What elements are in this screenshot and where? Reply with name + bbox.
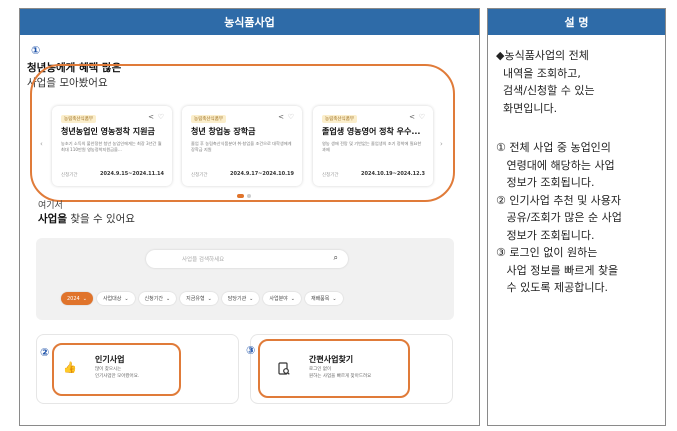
search-section-title-bold: 사업을 xyxy=(38,213,67,225)
marker-2: ② xyxy=(40,346,50,359)
highlight-oval-3 xyxy=(258,339,410,398)
filter-bar: 2024 ⌄ 사업대상 ⌄ 신청기간 ⌄ 지금유형 ⌄ 담당기관 ⌄ 사업분야 ⌄ 재배품목… xyxy=(61,292,343,305)
filter-field[interactable]: 사업분야 ⌄ xyxy=(263,292,301,305)
highlight-oval-1 xyxy=(30,64,455,202)
chevron-down-icon: ⌄ xyxy=(82,295,87,302)
description-items: ① 전체 사업 중 농업인의 연령대에 해당하는 사업 정보가 조회됩니다. ②… xyxy=(496,141,622,294)
filter-agency[interactable]: 담당기관 ⌄ xyxy=(221,292,260,305)
chevron-down-icon: ⌄ xyxy=(249,295,254,302)
filter-label: 사업대상 xyxy=(102,296,122,302)
filter-fund-type[interactable]: 지금유형 ⌄ xyxy=(180,292,218,305)
chevron-down-icon: ⌄ xyxy=(207,295,212,302)
filter-label: 사업분야 xyxy=(269,296,288,302)
filter-label: 2024 xyxy=(67,295,80,302)
chevron-down-icon: ⌄ xyxy=(290,295,295,302)
marker-1: ① xyxy=(31,44,41,57)
filter-label: 담당기관 xyxy=(227,296,247,302)
highlight-oval-2 xyxy=(52,343,181,396)
filter-label: 재배품목 xyxy=(310,296,330,302)
filter-label: 지금유형 xyxy=(186,296,205,302)
filter-label: 신청기간 xyxy=(144,296,163,302)
marker-3: ③ xyxy=(246,344,256,357)
app-title: 농식품사업 xyxy=(20,9,479,35)
description-intro: ◆농식품사업의 전체 내역을 조회하고, 검색/신청할 수 있는 화면입니다. xyxy=(496,49,595,115)
description-panel: 설 명 ◆농식품사업의 전체 내역을 조회하고, 검색/신청할 수 있는 화면입… xyxy=(487,8,666,426)
search-input[interactable]: 사업을 검색하세요 ⌕ xyxy=(146,250,348,268)
filter-period[interactable]: 신청기간 ⌄ xyxy=(138,292,177,305)
search-placeholder: 사업을 검색하세요 xyxy=(182,257,225,263)
search-section-title-rest: 찾을 수 있어요 xyxy=(66,213,135,225)
search-section-kicker: 여기서 xyxy=(38,201,63,211)
chevron-down-icon: ⌄ xyxy=(124,295,129,302)
filter-target[interactable]: 사업대상 ⌄ xyxy=(96,292,135,305)
filter-crop[interactable]: 재배품목 ⌄ xyxy=(304,292,343,305)
search-section-title: 사업을 찾을 수 있어요 xyxy=(38,211,135,226)
filter-year[interactable]: 2024 ⌄ xyxy=(61,292,93,305)
search-icon[interactable]: ⌕ xyxy=(334,253,338,263)
search-area: 사업을 검색하세요 ⌕ 2024 ⌄ 사업대상 ⌄ 신청기간 ⌄ 지금유형 ⌄ 담당기관… xyxy=(36,238,454,320)
description-title: 설 명 xyxy=(488,9,665,35)
chevron-down-icon: ⌄ xyxy=(165,295,171,302)
chevron-down-icon: ⌄ xyxy=(332,295,337,302)
